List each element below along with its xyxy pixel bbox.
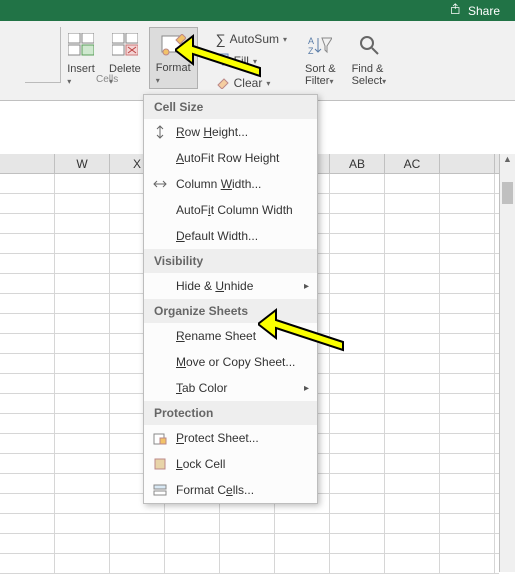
menu-section-visibility: Visibility [144, 249, 317, 273]
menu-format-cells[interactable]: Format Cells... [144, 477, 317, 503]
menu-rename-sheet[interactable]: Rename Sheet [144, 323, 317, 349]
format-cells-icon [159, 32, 187, 60]
format-cells-small-icon [152, 482, 168, 498]
magnifier-icon [355, 31, 383, 59]
fill-button[interactable]: Fill ▾ [216, 51, 287, 71]
col-header[interactable]: AC [385, 154, 440, 173]
menu-autofit-column[interactable]: AutoFit Column Width [144, 197, 317, 223]
col-header[interactable] [0, 154, 55, 173]
menu-tab-color[interactable]: Tab Color [144, 375, 317, 401]
menu-protect-sheet[interactable]: Protect Sheet... [144, 425, 317, 451]
menu-section-cell-size: Cell Size [144, 95, 317, 119]
sort-filter-button[interactable]: AZ Sort & Filter▾ [299, 27, 342, 89]
col-header[interactable]: W [55, 154, 110, 173]
delete-cells-icon [111, 31, 139, 59]
col-width-icon [152, 176, 168, 192]
sigma-icon: ∑ [216, 31, 226, 47]
menu-hide-unhide[interactable]: Hide & Unhide [144, 273, 317, 299]
menu-section-protection: Protection [144, 401, 317, 425]
menu-move-copy[interactable]: Move or Copy Sheet... [144, 349, 317, 375]
title-bar: Share [0, 0, 515, 21]
row-height-icon [152, 124, 168, 140]
insert-button[interactable]: Insert▾ [61, 27, 101, 89]
ribbon: Insert▾ Delete▾ Format▾ ∑ AutoSum ▾ Fill… [0, 21, 515, 101]
eraser-icon [216, 75, 230, 92]
svg-text:A: A [308, 36, 314, 46]
format-dropdown-menu: Cell Size Row Height... AutoFit Row Heig… [143, 94, 318, 504]
col-header[interactable] [440, 154, 495, 173]
menu-column-width[interactable]: Column Width... [144, 171, 317, 197]
fill-down-icon [216, 53, 230, 70]
menu-section-organize: Organize Sheets [144, 299, 317, 323]
protect-sheet-icon [152, 430, 168, 446]
clear-button[interactable]: Clear ▾ [216, 73, 287, 93]
scroll-thumb[interactable] [502, 182, 513, 204]
menu-row-height[interactable]: Row Height... [144, 119, 317, 145]
menu-lock-cell[interactable]: Lock Cell [144, 451, 317, 477]
insert-cells-icon [67, 31, 95, 59]
autosum-button[interactable]: ∑ AutoSum ▾ [216, 29, 287, 49]
lock-cell-icon [152, 456, 168, 472]
sort-filter-icon: AZ [306, 31, 334, 59]
vertical-scrollbar[interactable]: ▲ [499, 154, 515, 572]
ribbon-partial-group [25, 27, 61, 83]
format-button[interactable]: Format▾ [149, 27, 198, 89]
share-label[interactable]: Share [468, 4, 500, 18]
menu-autofit-row[interactable]: AutoFit Row Height [144, 145, 317, 171]
svg-text:Z: Z [308, 46, 314, 56]
col-header[interactable]: AB [330, 154, 385, 173]
share-icon[interactable] [450, 3, 462, 18]
menu-default-width[interactable]: Default Width... [144, 223, 317, 249]
find-select-button[interactable]: Find & Select▾ [346, 27, 393, 89]
ribbon-group-label: Cells [96, 74, 118, 85]
